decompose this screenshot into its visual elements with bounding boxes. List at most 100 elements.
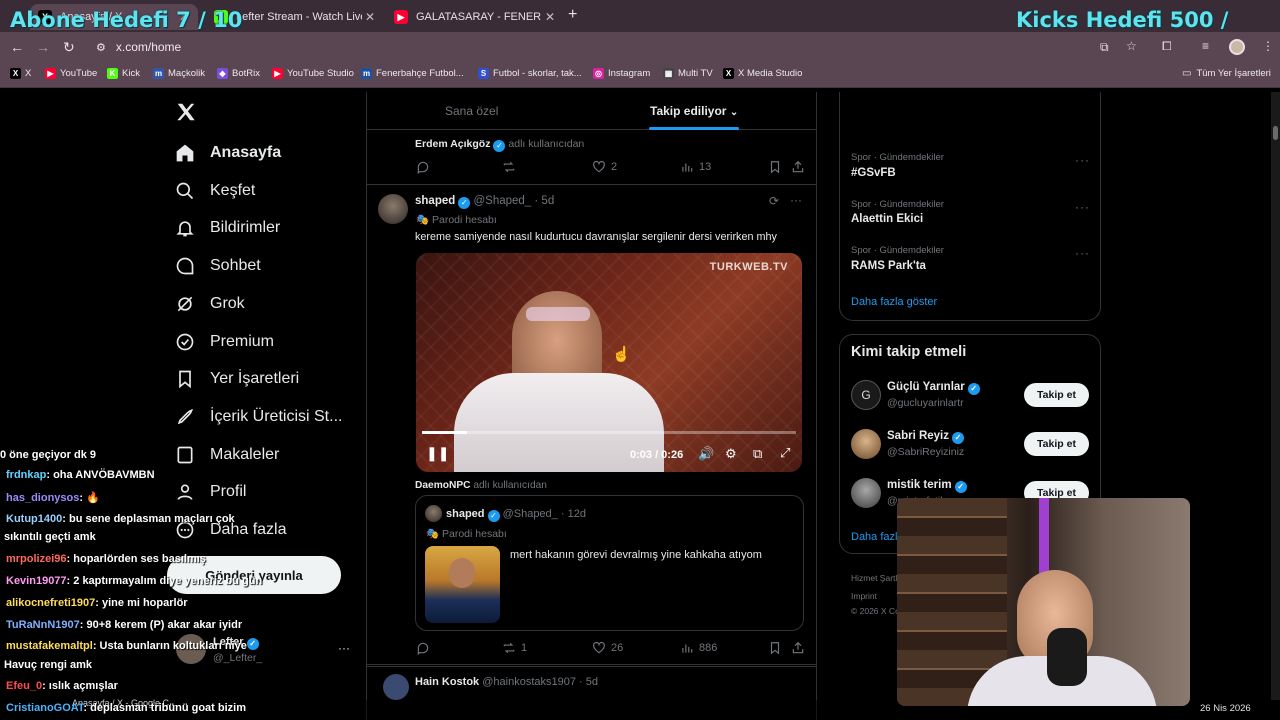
footer-imprint[interactable]: Imprint	[851, 591, 877, 601]
nav-item-grok[interactable]: Grok	[174, 291, 245, 317]
user-avatar[interactable]: G	[851, 380, 881, 410]
post-author[interactable]: shaped	[415, 195, 455, 207]
trend-more-icon[interactable]: ···	[1075, 246, 1090, 260]
browser-menu-icon[interactable]: ⋮	[1262, 39, 1274, 53]
next-post-avatar[interactable]	[383, 674, 409, 700]
bookmark-item[interactable]: ◆ BotRix	[217, 68, 260, 79]
trend-more-icon[interactable]: ···	[1075, 200, 1090, 214]
tab-following[interactable]: Takip ediliyor ⌄	[650, 104, 738, 118]
all-bookmarks-folder[interactable]: ▭ Tüm Yer İşaretleri	[1182, 68, 1271, 79]
prev-post-author[interactable]: Erdem Açıkgöz	[415, 138, 490, 150]
user-name[interactable]: Güçlü Yarınlar ✓	[887, 381, 980, 395]
bookmark-item[interactable]: ▶ YouTube	[45, 68, 97, 79]
tab-close-icon[interactable]: ✕	[542, 10, 558, 24]
bookmark-item[interactable]: ▶ YouTube Studio	[272, 68, 354, 79]
quoted-handle: @Shaped_	[502, 508, 558, 520]
views-button[interactable]: 886	[680, 641, 717, 655]
post-divider	[367, 184, 816, 185]
nav-item-label: Grok	[210, 295, 245, 312]
video-progress-track[interactable]	[422, 431, 796, 434]
account-menu-icon[interactable]: ···	[338, 641, 350, 655]
bell-icon	[174, 217, 196, 239]
like-button[interactable]: 2	[592, 160, 617, 174]
nav-item-creator-studio[interactable]: İçerik Üreticisi St...	[174, 404, 342, 430]
settings-icon[interactable]: ⚙	[725, 446, 737, 462]
nav-item-explore[interactable]: Keşfet	[174, 178, 255, 204]
like-button[interactable]: 26	[592, 641, 623, 655]
url-text: x.com/home	[115, 40, 182, 54]
fullscreen-icon[interactable]: ⤢	[780, 445, 790, 461]
tab-for-you[interactable]: Sana özel	[445, 104, 498, 118]
chat-message: has_dionysos: 🔥	[6, 491, 100, 504]
grok-action-icon[interactable]: ⟳	[769, 194, 779, 208]
reply-icon[interactable]	[416, 160, 435, 174]
site-info-icon[interactable]: ⚙	[96, 41, 106, 54]
back-icon[interactable]: ←	[10, 39, 24, 55]
share-icon[interactable]	[791, 641, 810, 655]
profile-avatar-icon[interactable]	[1229, 39, 1245, 55]
bookmark-item[interactable]: K Kick	[107, 68, 140, 79]
scrollbar-thumb[interactable]	[1273, 126, 1278, 140]
volume-icon[interactable]: 🔊	[698, 446, 714, 462]
bookmark-item[interactable]: S Futbol - skorlar, tak...	[478, 68, 582, 79]
repost-icon[interactable]	[502, 160, 521, 174]
url-bar[interactable]: ⚙ x.com/home	[90, 36, 1150, 58]
video-player[interactable]: TURKWEB.TV ❚❚ 0:03 / 0:26 🔊 ⚙ ⧉ ⤢	[416, 253, 802, 472]
chat-text: : ıslık açmışlar	[42, 680, 118, 692]
post-time[interactable]: · 5d	[534, 195, 554, 207]
x-logo-icon[interactable]	[175, 101, 197, 123]
nav-item-home[interactable]: Anasayfa	[174, 140, 281, 166]
bookmark-favicon-icon: m	[153, 68, 164, 79]
page-scrollbar[interactable]	[1271, 92, 1280, 700]
bookmark-item[interactable]: ◎ Instagram	[593, 68, 650, 79]
install-app-icon[interactable]: ⧉	[1100, 40, 1109, 55]
extensions-icon[interactable]: ⧠	[1162, 39, 1172, 54]
user-avatar[interactable]	[851, 429, 881, 459]
nav-item-notifications[interactable]: Bildirimler	[174, 215, 280, 241]
post-avatar[interactable]	[378, 194, 408, 224]
chat-text: : yine mi hoparlör	[95, 597, 188, 609]
bookmark-icon[interactable]	[768, 160, 787, 174]
nav-item-profile[interactable]: Profil	[174, 479, 246, 505]
repost-button[interactable]: 1	[502, 641, 527, 655]
trend-gsvfb[interactable]: #GSvFB	[851, 167, 896, 179]
share-icon[interactable]	[791, 160, 810, 174]
follow-button[interactable]: Takip et	[1024, 432, 1089, 456]
bookmark-icon[interactable]	[768, 641, 787, 655]
tab-close-icon[interactable]: ✕	[362, 10, 378, 24]
views-button[interactable]: 13	[680, 160, 711, 174]
user-avatar[interactable]	[851, 478, 881, 508]
bookmark-item[interactable]: m Maçkolik	[153, 68, 205, 79]
trend-more-icon[interactable]: ···	[1075, 153, 1090, 167]
bookmark-item[interactable]: ▦ Multi TV	[663, 68, 713, 79]
reply-icon[interactable]	[416, 641, 435, 655]
chat-text: : 90+8 kerem (P) akar akar iyidr	[79, 619, 243, 631]
nav-item-articles[interactable]: Makaleler	[174, 442, 279, 468]
bookmark-item[interactable]: XX	[10, 68, 31, 79]
show-more-trends-link[interactable]: Daha fazla göster	[851, 296, 937, 308]
nav-item-premium[interactable]: Premium	[174, 329, 274, 355]
browser-tab-youtube[interactable]: ▶ GALATASARAY - FENERBAHÇE ✕	[386, 4, 564, 30]
user-name[interactable]: mistik terim ✓	[887, 479, 967, 493]
user-name[interactable]: Sabri Reyiz ✓	[887, 430, 964, 444]
repost-user[interactable]: DaemoNPC	[415, 480, 470, 491]
bookmark-item[interactable]: X X Media Studio	[723, 68, 802, 79]
star-icon[interactable]: ☆	[1126, 39, 1137, 53]
nav-item-bookmarks[interactable]: Yer İşaretleri	[174, 366, 299, 392]
trend-alaettin-ekici[interactable]: Alaettin Ekici	[851, 213, 923, 225]
new-tab-icon[interactable]: +	[568, 6, 577, 24]
post-more-icon[interactable]: ···	[790, 193, 802, 207]
bookmark-favicon-icon: ◆	[217, 68, 228, 79]
forward-icon[interactable]: →	[36, 39, 50, 55]
picture-in-picture-icon[interactable]: ⧉	[753, 446, 762, 462]
trend-rams-park[interactable]: RAMS Park'ta	[851, 260, 926, 272]
who-to-follow-more-link[interactable]: Daha fazla	[851, 531, 904, 543]
bookmark-item[interactable]: m Fenerbahçe Futbol...	[361, 68, 464, 79]
media-control-icon[interactable]: ≡	[1202, 39, 1209, 53]
pause-icon[interactable]: ❚❚	[426, 445, 449, 462]
follow-button[interactable]: Takip et	[1024, 383, 1089, 407]
nav-item-chat[interactable]: Sohbet	[174, 253, 261, 279]
post-handle[interactable]: @Shaped_	[473, 195, 531, 207]
reload-icon[interactable]: ↻	[63, 39, 75, 56]
quoted-image[interactable]	[425, 546, 500, 623]
